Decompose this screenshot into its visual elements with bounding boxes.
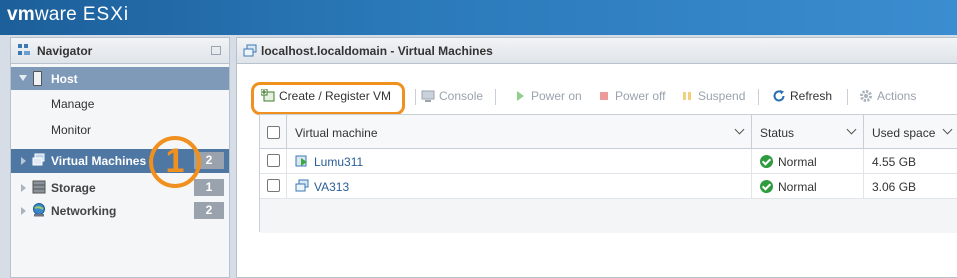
toolbar-separator [495, 89, 496, 105]
host-server-icon [33, 71, 42, 86]
power-off-icon [600, 91, 608, 100]
actions-label: Actions [877, 89, 917, 103]
table-row[interactable]: VA313 Normal 3.06 GB [260, 174, 957, 199]
vm-name-cell: VA313 [287, 174, 752, 199]
navigator-panel: Navigator Host Manage Monitor Virtual Ma… [10, 37, 230, 278]
power-on-icon [517, 90, 524, 101]
chevron-down-icon[interactable] [942, 124, 953, 135]
chevron-down-icon[interactable] [734, 124, 745, 135]
row-select-cell [260, 174, 287, 199]
nav-manage-label: Manage [51, 97, 95, 111]
column-virtual-machine[interactable]: Virtual machine [287, 115, 752, 149]
logo-vm: vm [7, 4, 35, 25]
suspend-label: Suspend [698, 89, 746, 103]
networking-count-badge: 2 [194, 202, 224, 219]
toolbar: Create / Register VM Console Power on Po… [237, 82, 957, 112]
nav-storage-label: Storage [51, 181, 96, 195]
vm-name-cell: Lumu311 [287, 149, 752, 174]
logo-ware: ware [34, 4, 77, 25]
step-callout-marker: 1 [149, 136, 201, 188]
nav-host[interactable]: Host [11, 67, 229, 90]
main-panel: localhost.localdomain - Virtual Machines… [236, 37, 957, 278]
virtual-machines-icon [243, 44, 257, 57]
storage-icon [32, 180, 46, 194]
row-checkbox[interactable] [267, 179, 280, 192]
refresh-button[interactable]: Refresh [772, 89, 832, 107]
row-select-cell [260, 149, 287, 174]
expand-triangle-icon[interactable] [21, 184, 26, 192]
column-status[interactable]: Status [752, 115, 864, 149]
used-space-text: 3.06 GB [872, 180, 917, 194]
create-register-vm-button[interactable]: Create / Register VM [261, 88, 392, 107]
virtual-machines-icon [32, 153, 45, 166]
toolbar-separator [758, 89, 759, 105]
table-row[interactable]: Lumu311 Normal 4.55 GB [260, 149, 957, 174]
refresh-icon [773, 89, 785, 102]
suspend-icon [683, 91, 691, 100]
top-banner: vmware ESXi [0, 0, 957, 35]
power-on-button[interactable]: Power on [513, 89, 582, 107]
toolbar-separator [415, 89, 416, 105]
navigator-icon [18, 44, 30, 55]
vm-table: Virtual machine Status Used space Lumu31… [259, 114, 957, 233]
expand-triangle-icon[interactable] [21, 157, 26, 165]
refresh-label: Refresh [790, 89, 833, 103]
nav-host-manage[interactable]: Manage [11, 92, 229, 115]
vm-powered-on-icon [295, 155, 307, 167]
storage-count-badge: 1 [194, 179, 224, 196]
column-used-space[interactable]: Used space [864, 115, 957, 149]
nav-networking[interactable]: Networking 2 [11, 199, 229, 222]
column-used-label: Used space [872, 126, 936, 140]
nav-networking-label: Networking [51, 204, 117, 218]
nav-host-label: Host [51, 72, 78, 86]
status-text: Normal [778, 180, 817, 194]
gear-icon [860, 89, 872, 102]
page-title: localhost.localdomain - Virtual Machines [261, 44, 493, 58]
power-off-label: Power off [615, 89, 666, 103]
main-header: localhost.localdomain - Virtual Machines [237, 38, 957, 64]
navigator-title: Navigator [37, 44, 93, 58]
status-ok-icon [760, 180, 773, 193]
vm-icon [295, 179, 309, 192]
create-vm-icon [261, 88, 275, 102]
chevron-down-icon[interactable] [846, 124, 857, 135]
vm-name-link[interactable]: Lumu311 [314, 155, 363, 169]
used-space-text: 4.55 GB [872, 155, 917, 169]
status-cell: Normal [752, 174, 864, 199]
nav-host-monitor[interactable]: Monitor [11, 118, 229, 141]
logo-product: ESXi [82, 4, 130, 25]
column-status-label: Status [760, 126, 795, 140]
used-space-cell: 4.55 GB [864, 149, 957, 174]
navigator-header: Navigator [11, 38, 229, 64]
console-label: Console [439, 89, 484, 103]
power-off-button[interactable]: Power off [597, 89, 665, 107]
row-checkbox[interactable] [267, 154, 280, 167]
create-register-vm-label: Create / Register VM [279, 89, 392, 103]
collapse-triangle-icon[interactable] [19, 75, 27, 81]
select-all-checkbox[interactable] [267, 126, 280, 139]
suspend-button[interactable]: Suspend [680, 89, 745, 107]
power-on-label: Power on [531, 89, 582, 103]
networking-globe-icon [33, 203, 45, 217]
column-vm-label: Virtual machine [295, 126, 378, 140]
status-ok-icon [760, 155, 773, 168]
toolbar-separator [847, 89, 848, 105]
console-button[interactable]: Console [421, 89, 483, 107]
table-header: Virtual machine Status Used space [260, 115, 957, 149]
status-cell: Normal [752, 149, 864, 174]
vm-name-link[interactable]: VA313 [314, 180, 349, 194]
nav-vm-label: Virtual Machines [51, 154, 147, 168]
vmware-esxi-logo: vmware ESXi [7, 4, 129, 26]
collapse-panel-icon[interactable] [211, 46, 221, 55]
status-text: Normal [778, 155, 817, 169]
nav-monitor-label: Monitor [51, 123, 92, 137]
table-empty-area [260, 199, 957, 233]
expand-triangle-icon[interactable] [21, 207, 26, 215]
console-monitor-icon [421, 90, 435, 102]
select-all-column [260, 115, 287, 149]
actions-button[interactable]: Actions [859, 89, 916, 107]
used-space-cell: 3.06 GB [864, 174, 957, 199]
nav-storage[interactable]: Storage 1 [11, 176, 229, 199]
